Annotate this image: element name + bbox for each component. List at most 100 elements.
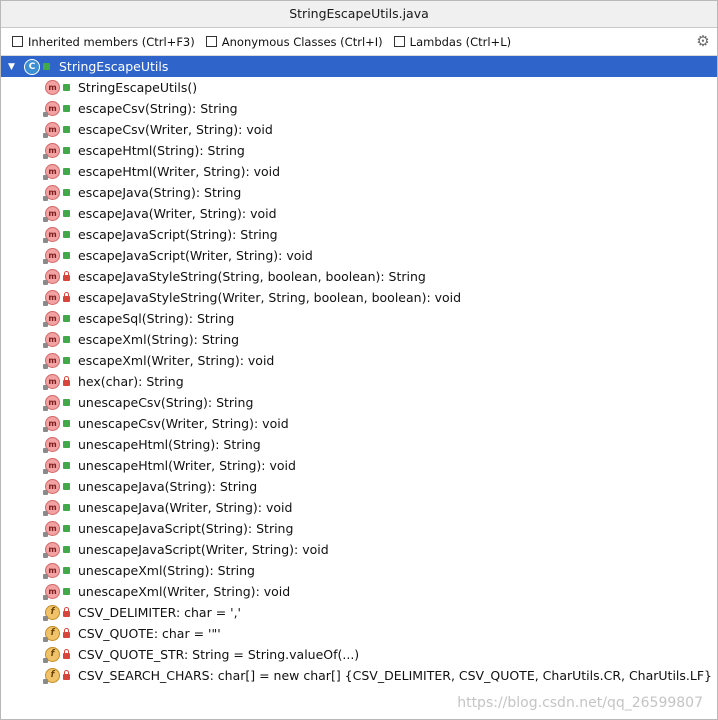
pin-icon [43,238,48,243]
lock-icon [63,291,70,302]
tree-member-row[interactable]: m escapeJava(Writer, String): void [1,203,717,224]
member-label: unescapeJava(Writer, String): void [78,500,293,515]
method-icon: m [43,521,60,537]
member-label: escapeJavaStyleString(String, boolean, b… [78,269,426,284]
tree-member-row[interactable]: m unescapeHtml(Writer, String): void [1,455,717,476]
tree-member-row[interactable]: m escapeJavaScript(String): String [1,224,717,245]
public-visibility-icon [63,210,70,217]
method-icon: m [43,500,60,516]
tree-root-class[interactable]: ▼ C StringEscapeUtils [1,56,717,77]
pin-icon [43,406,48,411]
method-icon: m [43,584,60,600]
field-icon: f [43,668,60,684]
tree-member-row[interactable]: f CSV_QUOTE: char = '"' [1,623,717,644]
tree-member-row[interactable]: m escapeHtml(Writer, String): void [1,161,717,182]
field-icon: f [43,626,60,642]
member-label: CSV_QUOTE_STR: String = String.valueOf(.… [78,647,360,662]
pin-icon [43,658,48,663]
member-label: CSV_SEARCH_CHARS: char[] = new char[] {C… [78,668,712,683]
tree-member-row[interactable]: m hex(char): String [1,371,717,392]
method-icon: m [43,185,60,201]
public-visibility-icon [63,462,70,469]
tree-member-row[interactable]: m unescapeCsv(Writer, String): void [1,413,717,434]
public-visibility-icon [63,168,70,175]
member-label: unescapeXml(String): String [78,563,255,578]
method-icon: m [43,143,60,159]
tree-member-row[interactable]: m escapeJavaStyleString(String, boolean, … [1,266,717,287]
tree-member-row[interactable]: m unescapeXml(String): String [1,560,717,581]
anonymous-classes-toggle[interactable]: Anonymous Classes (Ctrl+I) [205,34,383,49]
pin-icon [43,553,48,558]
tree-member-row[interactable]: m escapeXml(Writer, String): void [1,350,717,371]
public-visibility-icon [63,126,70,133]
member-label: unescapeCsv(Writer, String): void [78,416,289,431]
tree-member-row[interactable]: m unescapeJavaScript(Writer, String): voi… [1,539,717,560]
field-icon: f [43,605,60,621]
anonymous-classes-label: Anonymous Classes (Ctrl+I) [221,34,383,49]
tree-member-row[interactable]: f CSV_SEARCH_CHARS: char[] = new char[] {… [1,665,717,686]
class-name: StringEscapeUtils [59,59,169,74]
method-icon: m [43,542,60,558]
method-icon: m [43,290,60,306]
method-icon: m [43,311,60,327]
member-label: unescapeHtml(String): String [78,437,261,452]
lambdas-checkbox[interactable] [393,36,405,47]
lambdas-toggle[interactable]: Lambdas (Ctrl+L) [393,35,511,49]
member-label: escapeCsv(String): String [78,101,238,116]
tree-member-row[interactable]: m escapeJavaScript(Writer, String): void [1,245,717,266]
inherited-members-toggle[interactable]: Inherited members (Ctrl+F3) [12,35,195,49]
public-visibility-icon [63,567,70,574]
tree-member-row[interactable]: m escapeHtml(String): String [1,140,717,161]
public-visibility-icon [63,252,70,259]
watermark: https://blog.csdn.net/qq_26599807 [457,695,703,711]
tree-member-row[interactable]: m escapeSql(String): String [1,308,717,329]
pin-icon [43,448,48,453]
chevron-down-icon[interactable]: ▼ [6,62,17,72]
public-visibility-icon [63,189,70,196]
tree-member-row[interactable]: m escapeXml(String): String [1,329,717,350]
pin-icon [43,133,48,138]
inherited-members-checkbox[interactable] [12,36,23,47]
tree-member-row[interactable]: m unescapeXml(Writer, String): void [1,581,717,602]
tree-member-row[interactable]: m unescapeHtml(String): String [1,434,717,455]
anonymous-classes-checkbox[interactable] [205,36,217,47]
structure-toolbar: Inherited members (Ctrl+F3) Anonymous Cl… [1,28,717,56]
public-visibility-icon [63,315,70,322]
tree-member-row[interactable]: m unescapeJava(String): String [1,476,717,497]
tree-member-row[interactable]: m escapeCsv(String): String [1,98,717,119]
tree-member-row[interactable]: m unescapeJavaScript(String): String [1,518,717,539]
member-label: escapeXml(Writer, String): void [78,353,275,368]
tree-member-row[interactable]: f CSV_QUOTE_STR: String = String.valueOf(… [1,644,717,665]
method-icon: m [43,563,60,579]
lock-icon [63,270,70,281]
tree-member-row[interactable]: m StringEscapeUtils() [1,77,717,98]
tree-member-row[interactable]: m unescapeCsv(String): String [1,392,717,413]
method-icon: m [45,80,60,95]
lock-icon [63,606,70,617]
method-icon: m [43,458,60,474]
member-label: escapeJava(String): String [78,185,242,200]
method-icon: m [43,416,60,432]
public-visibility-icon [63,504,70,511]
tree-member-row[interactable]: m escapeCsv(Writer, String): void [1,119,717,140]
tree-member-row[interactable]: m escapeJava(String): String [1,182,717,203]
public-visibility-icon [63,84,70,91]
tree-member-row[interactable]: f CSV_DELIMITER: char = ',' [1,602,717,623]
pin-icon [43,532,48,537]
tree-member-row[interactable]: m unescapeJava(Writer, String): void [1,497,717,518]
member-label: unescapeJavaScript(String): String [78,521,294,536]
member-label: escapeJavaScript(Writer, String): void [78,248,313,263]
pin-icon [43,343,48,348]
pin-icon [43,364,48,369]
method-icon: m [43,332,60,348]
gear-icon[interactable]: ⚙ [695,33,711,49]
public-visibility-icon [63,420,70,427]
pin-icon [43,490,48,495]
member-label: escapeXml(String): String [78,332,240,347]
member-label: unescapeJava(String): String [78,479,258,494]
tree-member-row[interactable]: m escapeJavaStyleString(Writer, String, b… [1,287,717,308]
method-icon: m [43,353,60,369]
structure-tree: ▼ C StringEscapeUtils m StringEscapeUtils… [1,56,717,686]
member-label: StringEscapeUtils() [78,80,198,95]
inherited-members-label: Inherited members (Ctrl+F3) [28,34,195,49]
